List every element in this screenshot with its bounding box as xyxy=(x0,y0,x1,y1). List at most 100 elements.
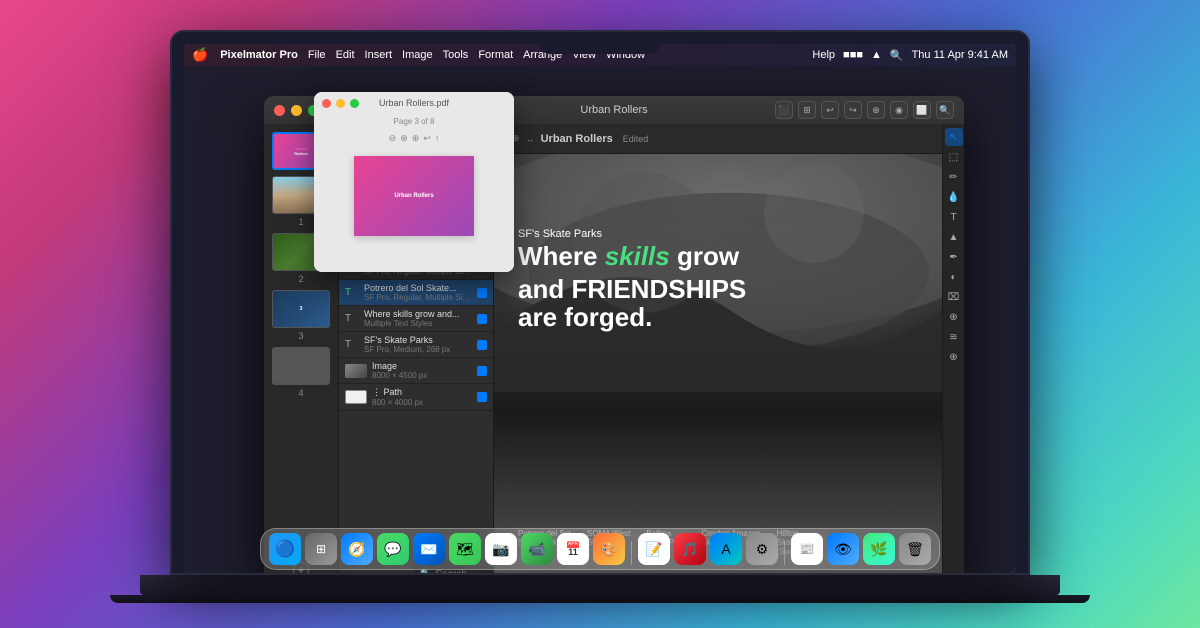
pdf-rotate[interactable]: ↩ xyxy=(423,133,431,144)
dock-reminders[interactable]: 📝 xyxy=(638,533,670,565)
clone-tool[interactable]: ⊕ xyxy=(945,308,963,326)
layer-item[interactable]: T SF's Skate Parks SF Pro, Medium, 268 p… xyxy=(339,332,493,358)
pdf-page-count: Page 3 of 8 xyxy=(314,114,514,129)
menu-help[interactable]: Help xyxy=(812,49,835,61)
dock-calendar[interactable]: APR 11 xyxy=(557,533,589,565)
toolbar-icon-1[interactable]: ⬛ xyxy=(775,101,793,119)
app-menu-name[interactable]: Pixelmator Pro xyxy=(220,49,298,61)
path-thumb xyxy=(345,390,367,404)
canvas-area[interactable]: ⊖ ⊕ ↔ Urban Rollers Edited xyxy=(494,124,964,573)
thumbnail-page-3[interactable]: 3 3 xyxy=(268,290,334,341)
laptop-bezel: 🍎 Pixelmator Pro File Edit Insert Image … xyxy=(170,30,1030,575)
close-button[interactable] xyxy=(274,105,285,116)
dock-safari[interactable]: 🧭 xyxy=(341,533,373,565)
apple-menu[interactable]: 🍎 xyxy=(192,47,208,63)
laptop-foot xyxy=(110,595,1090,603)
layer-visibility[interactable] xyxy=(477,392,487,402)
dock-photos[interactable]: 📷 xyxy=(485,533,517,565)
layer-sub: SF Pro, Regular, Multiple Sizes xyxy=(364,293,472,302)
toolbar-icon-2[interactable]: ⊞ xyxy=(798,101,816,119)
laptop-screen: 🍎 Pixelmator Pro File Edit Insert Image … xyxy=(184,44,1016,573)
pdf-minimize[interactable] xyxy=(336,99,345,108)
layer-item[interactable]: ⋮ Path 800 × 4000 px xyxy=(339,384,493,411)
text-layer-icon: T xyxy=(345,339,359,350)
thumb-label-1: 1 xyxy=(298,217,303,227)
dock-facetime[interactable]: 📹 xyxy=(521,533,553,565)
layer-visibility[interactable] xyxy=(477,314,487,324)
select-tool[interactable]: ⬚ xyxy=(945,148,963,166)
dock-pixelmator[interactable]: 🎨 xyxy=(593,533,625,565)
fit-controls[interactable]: ↔ xyxy=(526,134,535,144)
dock-finder[interactable]: 🔵 xyxy=(269,533,301,565)
cursor-tool[interactable]: ↖ xyxy=(945,128,963,146)
canvas-content[interactable]: SF's Skate Parks Where skills grow and F… xyxy=(494,154,964,573)
dock-appstore[interactable]: A xyxy=(710,533,742,565)
menu-edit[interactable]: Edit xyxy=(336,49,355,61)
eyedropper-tool[interactable]: 💧 xyxy=(945,188,963,206)
dock-trash[interactable]: 🗑 xyxy=(899,533,931,565)
layer-visibility[interactable] xyxy=(477,366,487,376)
menubar-search[interactable]: 🔍 xyxy=(890,49,904,62)
shape-tool[interactable]: ▲ xyxy=(945,228,963,246)
menu-image[interactable]: Image xyxy=(402,49,433,61)
toolbar-icon-8[interactable]: 🔍 xyxy=(936,101,954,119)
pdf-share[interactable]: ↑ xyxy=(435,133,440,144)
canvas-title: Urban Rollers xyxy=(541,133,613,145)
layer-visibility[interactable] xyxy=(477,340,487,350)
toolbar-icon-6[interactable]: ◉ xyxy=(890,101,908,119)
thumbnail-page-4[interactable]: 4 xyxy=(268,347,334,398)
type-tool[interactable]: T xyxy=(945,208,963,226)
pdf-nav-next[interactable]: ⊕ xyxy=(412,133,420,144)
dock-music[interactable]: 🎵 xyxy=(674,533,706,565)
dock-settings[interactable]: ⚙ xyxy=(746,533,778,565)
repair-tool[interactable]: ⌧ xyxy=(945,288,963,306)
dock-divider-2 xyxy=(784,541,785,565)
layer-info: ⋮ Path 800 × 4000 px xyxy=(372,387,472,407)
pen-tool[interactable]: ✒ xyxy=(945,248,963,266)
pdf-fullscreen[interactable] xyxy=(350,99,359,108)
layer-info: SF's Skate Parks SF Pro, Medium, 268 px xyxy=(364,335,472,354)
skills-text: skills xyxy=(605,241,670,271)
dock-mail[interactable]: ✉️ xyxy=(413,533,445,565)
dock-maps[interactable]: 🗺 xyxy=(449,533,481,565)
minimize-button[interactable] xyxy=(291,105,302,116)
laptop-base xyxy=(140,575,1060,595)
menubar-wifi: ▲ xyxy=(871,49,882,61)
canvas-toolbar: ⊖ ⊕ ↔ Urban Rollers Edited xyxy=(494,124,964,154)
pdf-close[interactable] xyxy=(322,99,331,108)
toolbar-icon-7[interactable]: ⬜ xyxy=(913,101,931,119)
dock-news[interactable]: 📰 xyxy=(791,533,823,565)
thumb-label-2: 2 xyxy=(298,274,303,284)
tools-sidebar: ↖ ⬚ ✏ 💧 T ▲ ✒ ◐ ⌧ ⊕ ≋ ⊕ xyxy=(942,124,964,573)
zoom-tool[interactable]: ⊕ xyxy=(945,348,963,366)
dock-preview[interactable]: 👁 xyxy=(827,533,859,565)
menu-insert[interactable]: Insert xyxy=(365,49,393,61)
paint-tool[interactable]: ✏ xyxy=(945,168,963,186)
layer-item[interactable]: T Where skills grow and... Multiple Text… xyxy=(339,306,493,332)
pdf-nav-prev[interactable]: ⊖ xyxy=(389,133,397,144)
pdf-content: Page 3 of 8 ⊖ ⊕ ⊕ ↩ ↑ Urban Rollers xyxy=(314,114,514,272)
menu-format[interactable]: Format xyxy=(478,49,513,61)
toolbar-icon-5[interactable]: ⊕ xyxy=(867,101,885,119)
layer-sub: 8000 × 4500 px xyxy=(372,371,472,380)
menu-tools[interactable]: Tools xyxy=(443,49,469,61)
pdf-zoom[interactable]: ⊕ xyxy=(400,133,408,144)
layer-sub: Multiple Text Styles xyxy=(364,319,472,328)
pdf-window[interactable]: Urban Rollers.pdf Page 3 of 8 ⊖ ⊕ ⊕ ↩ ↑ xyxy=(314,92,514,272)
dock-launchpad[interactable]: ⊞ xyxy=(305,533,337,565)
dock-photos-filter[interactable]: 🌿 xyxy=(863,533,895,565)
toolbar-icon-3[interactable]: ↩ xyxy=(821,101,839,119)
layer-info: Image 8000 × 4500 px xyxy=(372,361,472,380)
dock-messages[interactable]: 💬 xyxy=(377,533,409,565)
layer-visibility[interactable] xyxy=(477,288,487,298)
thumb-label-4: 4 xyxy=(298,388,303,398)
gradient-tool[interactable]: ◐ xyxy=(945,268,963,286)
layer-info: Where skills grow and... Multiple Text S… xyxy=(364,309,472,328)
layer-item[interactable]: Image 8000 × 4500 px xyxy=(339,358,493,384)
skate-headline: Where skills grow xyxy=(518,242,940,271)
layer-item-selected[interactable]: T Potrero del Sol Skate... SF Pro, Regul… xyxy=(339,280,493,306)
pdf-page-content: Urban Rollers xyxy=(354,156,474,236)
smudge-tool[interactable]: ≋ xyxy=(945,328,963,346)
menu-file[interactable]: File xyxy=(308,49,326,61)
toolbar-icon-4[interactable]: ↪ xyxy=(844,101,862,119)
